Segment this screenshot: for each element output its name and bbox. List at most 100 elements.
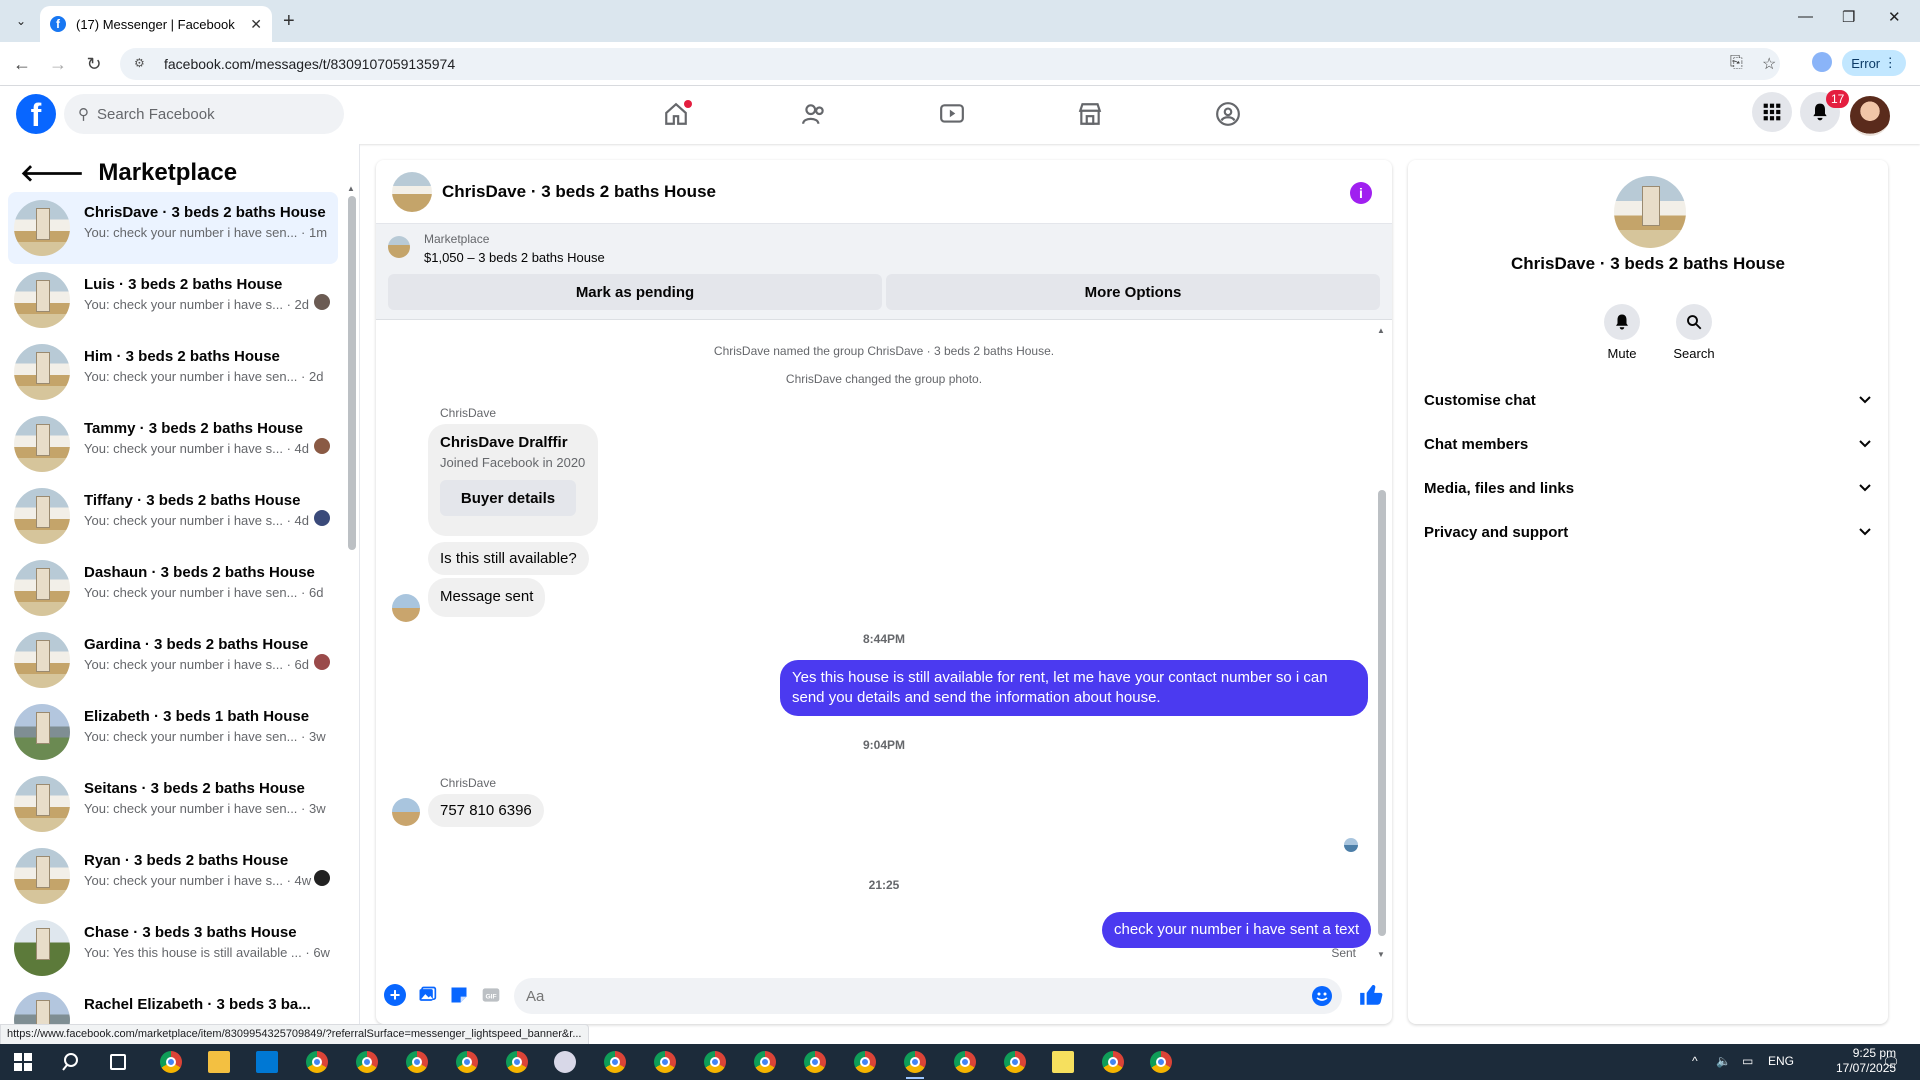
message-input[interactable] bbox=[514, 978, 1342, 1014]
browser-error-button[interactable]: Error ⋮ bbox=[1842, 50, 1906, 76]
taskbar-search-icon[interactable] bbox=[62, 1052, 82, 1072]
video-icon[interactable] bbox=[936, 98, 968, 130]
chat-title[interactable]: ChrisDave · 3 beds 2 baths House bbox=[442, 182, 716, 202]
conversation-item[interactable]: Dashaun · 3 beds 2 baths House You: chec… bbox=[8, 552, 338, 624]
chrome-taskbar-icon[interactable] bbox=[456, 1051, 478, 1073]
left-scrollbar[interactable] bbox=[348, 196, 356, 550]
conversation-item[interactable]: ChrisDave · 3 beds 2 baths House You: ch… bbox=[8, 192, 338, 264]
back-button[interactable]: ← bbox=[10, 52, 34, 76]
sticker-icon[interactable] bbox=[448, 984, 470, 1006]
chrome-taskbar-icon[interactable] bbox=[406, 1051, 428, 1073]
sticky-notes-icon[interactable] bbox=[1052, 1051, 1074, 1073]
browser-tab[interactable]: f (17) Messenger | Facebook ✕ bbox=[40, 6, 272, 42]
minimize-button[interactable]: — bbox=[1798, 8, 1813, 25]
mute-action[interactable]: Mute bbox=[1592, 304, 1652, 361]
chrome-taskbar-icon[interactable] bbox=[1102, 1051, 1124, 1073]
chrome-taskbar-icon[interactable] bbox=[356, 1051, 378, 1073]
chat-members-section[interactable]: Chat members bbox=[1424, 424, 1872, 464]
language-indicator[interactable]: ENG bbox=[1768, 1054, 1794, 1068]
plus-icon[interactable]: + bbox=[384, 984, 406, 1006]
conversation-item[interactable]: Ryan · 3 beds 2 baths House You: check y… bbox=[8, 840, 338, 912]
thumbs-up-icon[interactable] bbox=[1358, 982, 1384, 1008]
chrome-taskbar-icon[interactable] bbox=[954, 1051, 976, 1073]
chrome-taskbar-icon[interactable] bbox=[854, 1051, 876, 1073]
tab-close-icon[interactable]: ✕ bbox=[250, 16, 262, 33]
restore-button[interactable]: ❐ bbox=[1842, 8, 1855, 26]
chrome-taskbar-icon[interactable] bbox=[804, 1051, 826, 1073]
chrome-taskbar-icon[interactable] bbox=[654, 1051, 676, 1073]
read-receipt-avatar bbox=[314, 654, 330, 670]
scroll-up-arrow[interactable]: ▲ bbox=[347, 184, 355, 193]
emoji-icon[interactable] bbox=[1312, 986, 1332, 1006]
back-arrow-icon[interactable]: 🡐 bbox=[20, 158, 84, 188]
forward-button[interactable]: → bbox=[46, 52, 70, 76]
notification-center-icon[interactable]: 🗨 bbox=[1882, 1054, 1900, 1071]
privacy-support-section[interactable]: Privacy and support bbox=[1424, 512, 1872, 552]
menu-grid-icon[interactable] bbox=[1752, 92, 1792, 132]
conversation-item[interactable]: Tiffany · 3 beds 2 baths House You: chec… bbox=[8, 480, 338, 552]
tray-chevron-icon[interactable]: ^ bbox=[1692, 1054, 1698, 1068]
windows-start-icon[interactable] bbox=[14, 1053, 32, 1071]
group-avatar[interactable] bbox=[1614, 176, 1686, 248]
media-files-links-section[interactable]: Media, files and links bbox=[1424, 468, 1872, 508]
conversation-item[interactable]: Tammy · 3 beds 2 baths House You: check … bbox=[8, 408, 338, 480]
task-view-icon[interactable] bbox=[110, 1054, 126, 1070]
conversation-item[interactable]: Elizabeth · 3 beds 1 bath House You: che… bbox=[8, 696, 338, 768]
listing-thumbnail[interactable] bbox=[388, 236, 410, 258]
app-taskbar-icon[interactable] bbox=[554, 1051, 576, 1073]
conversation-info-icon[interactable]: i bbox=[1350, 182, 1372, 204]
notification-count-badge: 17 bbox=[1826, 90, 1850, 108]
conversation-item[interactable]: Chase · 3 beds 3 baths House You: Yes th… bbox=[8, 912, 338, 984]
listing-price-title[interactable]: $1,050 – 3 beds 2 baths House bbox=[424, 250, 605, 265]
facebook-logo[interactable]: f bbox=[16, 94, 56, 134]
photo-icon[interactable] bbox=[416, 984, 438, 1006]
chat-avatar[interactable] bbox=[392, 171, 432, 212]
buyer-details-button[interactable]: Buyer details bbox=[440, 480, 576, 516]
scroll-up-arrow[interactable]: ▲ bbox=[1377, 326, 1385, 335]
chat-scrollbar[interactable] bbox=[1378, 490, 1386, 936]
search-action[interactable]: Search bbox=[1664, 304, 1724, 361]
chrome-taskbar-icon[interactable] bbox=[604, 1051, 626, 1073]
reload-button[interactable]: ↻ bbox=[82, 52, 106, 76]
network-icon[interactable]: ▭ bbox=[1742, 1054, 1753, 1068]
system-notice: ChrisDave named the group ChrisDave · 3 … bbox=[713, 344, 1055, 358]
calculator-icon[interactable] bbox=[256, 1051, 278, 1073]
chrome-taskbar-icon[interactable] bbox=[704, 1051, 726, 1073]
conversation-item[interactable]: Gardina · 3 beds 2 baths House You: chec… bbox=[8, 624, 338, 696]
conversation-avatar bbox=[14, 632, 70, 688]
chrome-taskbar-icon[interactable] bbox=[1004, 1051, 1026, 1073]
site-info-icon[interactable]: ⚙ bbox=[134, 56, 150, 72]
chrome-taskbar-icon[interactable] bbox=[160, 1051, 182, 1073]
chrome-taskbar-icon[interactable] bbox=[754, 1051, 776, 1073]
sender-avatar[interactable] bbox=[392, 594, 420, 622]
groups-icon[interactable] bbox=[1212, 98, 1244, 130]
friends-icon[interactable] bbox=[798, 98, 830, 130]
scroll-down-arrow[interactable]: ▼ bbox=[1377, 950, 1385, 959]
conversation-item[interactable]: Luis · 3 beds 2 baths House You: check y… bbox=[8, 264, 338, 336]
mark-as-pending-button[interactable]: Mark as pending bbox=[388, 274, 882, 310]
sender-avatar[interactable] bbox=[392, 798, 420, 826]
facebook-search-input[interactable]: ⚲ Search Facebook bbox=[64, 94, 344, 134]
customise-chat-section[interactable]: Customise chat bbox=[1424, 380, 1872, 420]
conversation-item[interactable]: Seitans · 3 beds 2 baths House You: chec… bbox=[8, 768, 338, 840]
url-bar[interactable]: ⚙ facebook.com/messages/t/83091070591359… bbox=[120, 48, 1780, 80]
search-icon[interactable] bbox=[1676, 304, 1712, 340]
new-tab-button[interactable]: + bbox=[283, 10, 295, 33]
conversation-item[interactable]: Him · 3 beds 2 baths House You: check yo… bbox=[8, 336, 338, 408]
gif-icon[interactable]: GIF bbox=[480, 984, 502, 1006]
file-explorer-icon[interactable] bbox=[208, 1051, 230, 1073]
browser-profile-icon[interactable] bbox=[1812, 52, 1832, 72]
chrome-taskbar-icon-active[interactable] bbox=[904, 1051, 926, 1079]
bookmark-star-icon[interactable]: ☆ bbox=[1762, 54, 1776, 74]
volume-icon[interactable]: 🔈 bbox=[1716, 1054, 1731, 1068]
account-avatar[interactable] bbox=[1850, 96, 1890, 136]
install-app-icon[interactable]: ⎘ bbox=[1730, 54, 1743, 72]
marketplace-icon[interactable] bbox=[1074, 98, 1106, 130]
close-window-button[interactable]: ✕ bbox=[1888, 8, 1901, 26]
tab-search-dropdown-icon[interactable]: ⌄ bbox=[10, 10, 32, 32]
chrome-taskbar-icon[interactable] bbox=[1150, 1051, 1172, 1073]
chrome-taskbar-icon[interactable] bbox=[506, 1051, 528, 1073]
mute-bell-icon[interactable] bbox=[1604, 304, 1640, 340]
chrome-taskbar-icon[interactable] bbox=[306, 1051, 328, 1073]
more-options-button[interactable]: More Options bbox=[886, 274, 1380, 310]
